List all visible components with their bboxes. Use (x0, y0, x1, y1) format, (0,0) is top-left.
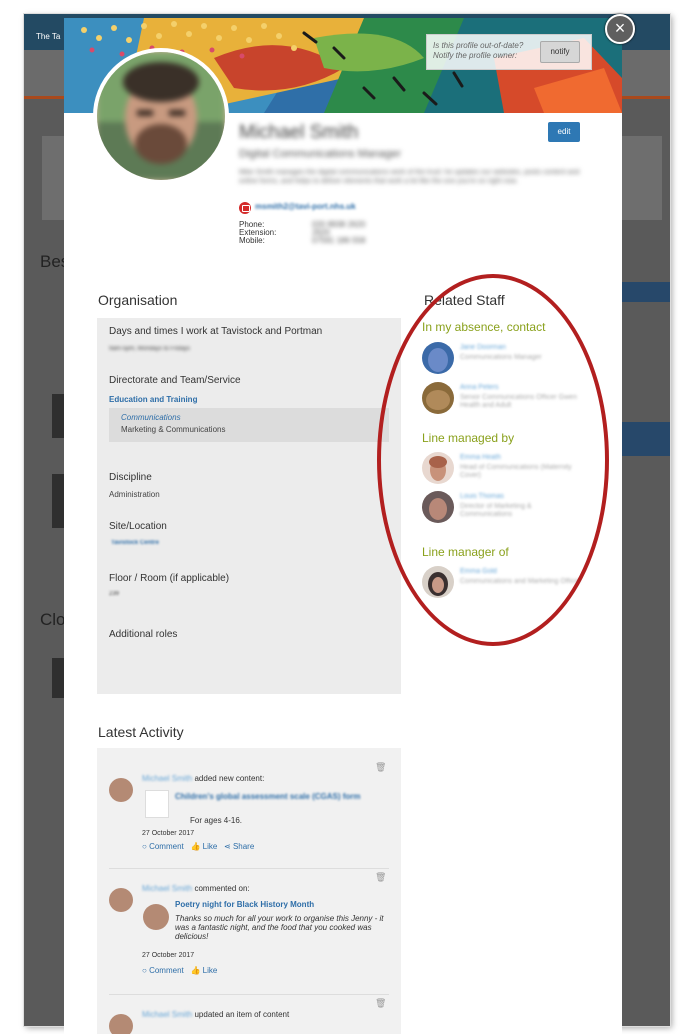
annotation-circle (377, 274, 609, 646)
contact-values: 020 8938 2620 2620 07591 186 558 (312, 221, 365, 245)
activity-line: Michael Smith added new content: (142, 774, 264, 783)
comment-icon: ○ (142, 842, 147, 851)
activity-action: added new content: (194, 774, 265, 783)
notify-box: Is this profile out-of-date? Notify the … (426, 34, 592, 70)
like-link[interactable]: Like (203, 842, 218, 851)
activity-action: updated an item of content (194, 1010, 290, 1019)
background-heading-2: Clo (40, 610, 66, 629)
close-icon[interactable]: × (605, 14, 635, 44)
activity-date: 27 October 2017 (142, 830, 195, 837)
organisation-title: Organisation (98, 292, 178, 308)
directorate-label: Directorate and Team/Service (109, 375, 241, 386)
trash-icon[interactable]: 🗑 (375, 762, 386, 773)
activity-detail: Thanks so much for all your work to orga… (175, 914, 384, 941)
document-icon (145, 790, 169, 818)
contact-labels: Phone: Extension: Mobile: (239, 221, 276, 245)
activity-avatar (109, 888, 133, 912)
organisation-panel: Days and times I work at Tavistock and P… (97, 318, 401, 694)
like-link[interactable]: Like (203, 966, 218, 975)
activity-action: commented on: (194, 884, 250, 893)
background-site-title: The Ta (36, 32, 61, 41)
team-box: Communications Marketing & Communication… (109, 408, 389, 442)
activity-avatar (109, 1014, 133, 1034)
background-bar-2 (622, 422, 670, 456)
activity-user[interactable]: Michael Smith (142, 1010, 192, 1019)
activity-target[interactable]: Children's global assessment scale (CGAS… (175, 792, 361, 801)
days-label: Days and times I work at Tavistock and P… (109, 326, 323, 337)
activity-line: Michael Smith commented on: (142, 884, 250, 893)
team-value: Marketing & Communications (121, 425, 226, 434)
floor-label: Floor / Room (if applicable) (109, 573, 230, 584)
profile-name: Michael Smith (239, 122, 359, 143)
days-value: 9am-5pm, Mondays to Fridays (109, 346, 191, 352)
team-link[interactable]: Communications (121, 413, 181, 422)
directorate-link[interactable]: Education and Training (109, 395, 197, 404)
notify-button[interactable]: notify (540, 41, 580, 63)
activity-divider (109, 994, 389, 995)
floor-value: 239 (109, 591, 120, 597)
trash-icon[interactable]: 🗑 (375, 872, 386, 883)
notify-text: Is this profile out-of-date? Notify the … (433, 41, 524, 60)
comment-link[interactable]: Comment (149, 966, 184, 975)
edit-button[interactable]: edit (548, 122, 580, 142)
share-link[interactable]: Share (233, 842, 254, 851)
comment-author-avatar (143, 904, 169, 930)
discipline-label: Discipline (109, 472, 152, 483)
share-icon: ⋖ (224, 842, 231, 851)
comment-link[interactable]: Comment (149, 842, 184, 851)
site-label: Site/Location (109, 521, 167, 532)
activity-actions: ○ Comment 👍 Like (142, 966, 217, 975)
latest-activity-title: Latest Activity (98, 724, 184, 740)
email-icon (239, 202, 251, 214)
site-link[interactable]: Tavistock Centre (111, 540, 159, 546)
activity-detail: For ages 4-16. (190, 816, 243, 825)
activity-target[interactable]: Poetry night for Black History Month (175, 900, 314, 909)
background-bar (622, 282, 670, 302)
profile-avatar (93, 48, 229, 184)
activity-actions: ○ Comment 👍 Like ⋖ Share (142, 842, 254, 851)
comment-icon: ○ (142, 966, 147, 975)
profile-job-title: Digital Communications Manager (239, 148, 402, 160)
mobile-label: Mobile: (239, 236, 265, 245)
discipline-value: Administration (109, 490, 160, 499)
activity-panel: 🗑 Michael Smith added new content: Child… (97, 748, 401, 1034)
mobile-value: 07591 186 558 (312, 236, 366, 245)
profile-email-link[interactable]: msmith2@tavi-port.nhs.uk (255, 202, 356, 211)
like-icon: 👍 (190, 842, 201, 851)
activity-divider (109, 868, 389, 869)
activity-user[interactable]: Michael Smith (142, 884, 192, 893)
activity-user[interactable]: Michael Smith (142, 774, 192, 783)
activity-date: 27 October 2017 (142, 952, 195, 959)
activity-avatar (109, 778, 133, 802)
like-icon: 👍 (190, 966, 201, 975)
roles-label: Additional roles (109, 629, 178, 640)
profile-bio: Mike Smith manages the digital communica… (239, 169, 580, 185)
trash-icon[interactable]: 🗑 (375, 998, 386, 1009)
activity-line: Michael Smith updated an item of content (142, 1010, 289, 1019)
